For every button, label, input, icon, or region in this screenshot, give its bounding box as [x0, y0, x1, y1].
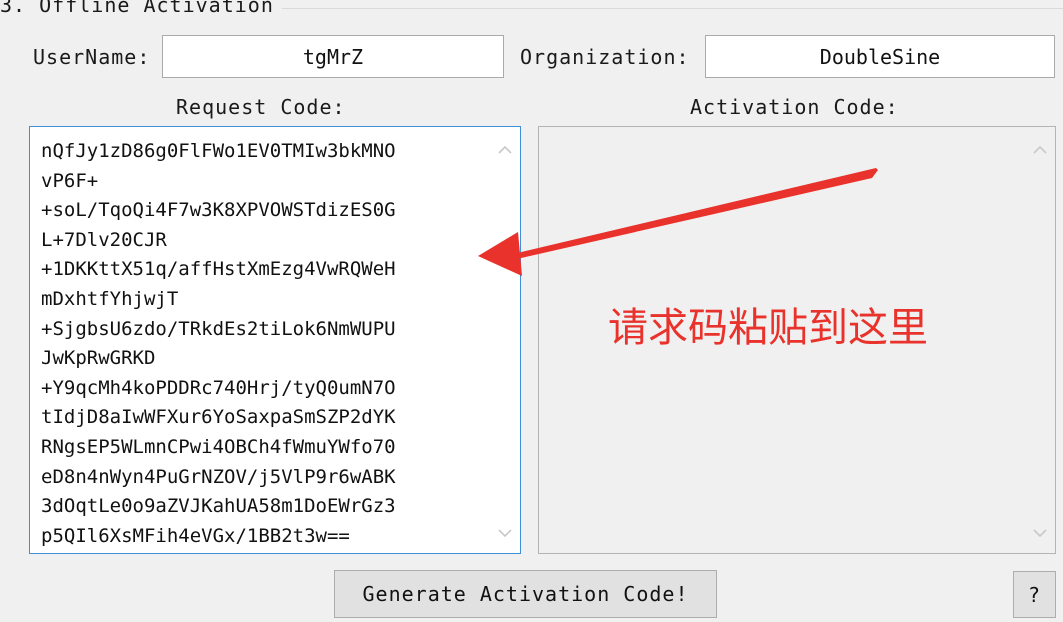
request-code-scrollbar[interactable]	[491, 128, 519, 552]
group-title: 3. Offline Activation	[0, 0, 282, 17]
request-code-line: nQfJy1zD86g0FlFWo1EV0TMIw3bkMNO	[41, 140, 396, 162]
request-code-line: JwKpRwGRKD	[41, 347, 156, 370]
activation-code-scrollbar[interactable]	[1026, 128, 1054, 552]
request-code-line: +Y9qcMh4koPDDRc740Hrj/tyQ0umN7O	[41, 376, 396, 399]
annotation-text: 请求码粘贴到这里	[608, 305, 928, 351]
help-button[interactable]: ?	[1013, 571, 1056, 618]
request-code-text: nQfJy1zD86g0FlFWo1EV0TMIw3bkMNO vP6F+ +soL…	[41, 137, 481, 551]
username-label: UserName:	[33, 45, 151, 69]
request-code-line: 3dOqtLe0o9aZVJKahUA58m1DoEWrGz3	[41, 495, 396, 518]
organization-label: Organization:	[520, 45, 690, 69]
offline-activation-panel: 3. Offline Activation UserName: Organiza…	[0, 0, 1063, 622]
request-code-line: RNgsEP5WLmnCPwi4OBCh4fWmuYWfo70	[41, 435, 396, 458]
request-code-line: +SjgbsU6zdo/TRkdEs2tiLok6NmWUPU	[41, 317, 396, 340]
username-field[interactable]	[162, 35, 504, 78]
request-code-line: eD8n4nWyn4PuGrNZOV/j5VlP9r6wABK	[41, 465, 396, 488]
request-code-line: p5QIl6XsMFih4eVGx/1BB2t3w==	[41, 524, 350, 547]
scroll-up-icon[interactable]	[491, 136, 519, 162]
activation-code-label: Activation Code:	[690, 95, 899, 119]
scroll-down-icon[interactable]	[491, 520, 519, 546]
request-code-line: tIdjD8aIwWFXur6YoSaxpaSmSZP2dYK	[41, 406, 396, 429]
scroll-up-icon[interactable]	[1026, 136, 1054, 162]
request-code-line: mDxhtfYhjwjT	[41, 287, 179, 310]
request-code-textarea[interactable]: nQfJy1zD86g0FlFWo1EV0TMIw3bkMNO vP6F+ +soL…	[29, 126, 521, 554]
request-code-line: vP6F+	[41, 169, 99, 192]
scroll-down-icon[interactable]	[1026, 520, 1054, 546]
request-code-line: +1DKKttX51q/affHstXmEzg4VwRQWeH	[41, 258, 396, 281]
request-code-label: Request Code:	[176, 95, 346, 119]
request-code-line: +soL/TqoQi4F7w3K8XPVOWSTdizES0G	[41, 199, 396, 222]
generate-activation-code-button[interactable]: Generate Activation Code!	[334, 570, 717, 618]
request-code-line: L+7Dlv20CJR	[41, 228, 167, 251]
organization-field[interactable]	[705, 35, 1055, 78]
